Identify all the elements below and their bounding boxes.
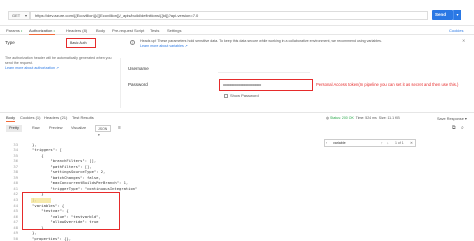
response-time: Time: 524 ms	[355, 116, 377, 120]
info-icon: !	[130, 40, 135, 45]
status-badge: Status: 200 OK	[330, 116, 354, 120]
wrap-lines-icon[interactable]: ≡	[116, 125, 123, 132]
copy-icon[interactable]: ⧉	[452, 125, 458, 132]
send-options-chevron-icon[interactable]: ▾	[453, 10, 461, 20]
tab-body[interactable]: Body	[96, 26, 105, 35]
learn-variables-link[interactable]: Learn more about variables ↗	[140, 44, 188, 48]
response-tab-test-results[interactable]: Test Results	[72, 113, 94, 122]
password-label: Password	[128, 82, 148, 87]
response-size: Size: 11.1 KB	[378, 116, 400, 120]
response-tab-headers[interactable]: Headers (21)	[44, 113, 67, 122]
info-banner: Heads up! These parameters hold sensitiv…	[128, 36, 468, 55]
learn-auth-link[interactable]: Learn more about authorization ↗	[5, 66, 59, 70]
auth-divider	[120, 58, 121, 108]
show-password-label: Show Password	[230, 93, 259, 98]
chevron-down-icon: ▾	[24, 13, 27, 18]
auth-note: The authorization header will be automat…	[5, 56, 115, 71]
search-icon[interactable]: ⌕	[461, 125, 467, 132]
info-text: Heads up! These parameters hold sensitiv…	[140, 39, 382, 43]
tab-pre-request-script[interactable]: Pre-request Script	[112, 26, 144, 35]
response-tab-body[interactable]: Body	[6, 113, 16, 122]
tab-settings[interactable]: Settings	[167, 26, 181, 35]
tab-tests[interactable]: Tests	[150, 26, 159, 35]
view-pretty-button[interactable]: Pretty	[6, 125, 22, 132]
auth-type-select[interactable]: Basic Auth	[66, 38, 96, 48]
send-button[interactable]: Send	[432, 10, 453, 20]
code-line: "properties": {},	[23, 235, 72, 241]
auth-note-text: The authorization header will be automat…	[5, 56, 112, 65]
url-input[interactable]: https://dev.azure.com/{{Ecovillion}}/{{E…	[30, 11, 428, 20]
response-tab-cookies[interactable]: Cookies (1)	[20, 113, 40, 122]
show-password-checkbox[interactable]	[224, 94, 228, 98]
tab-params[interactable]: Params •	[6, 26, 22, 35]
response-meta: ◍ Status: 200 OK Time: 524 ms Size: 11.1…	[326, 116, 400, 120]
method-label: GET	[12, 13, 21, 18]
view-raw-button[interactable]: Raw	[29, 125, 43, 132]
password-field[interactable]: ••••••••••••••••••••••••••••••••••••••••…	[219, 79, 313, 91]
line-number: 50	[13, 235, 18, 241]
cookies-link[interactable]: Cookies	[449, 26, 463, 35]
view-visualize-button[interactable]: Visualize	[68, 125, 89, 132]
method-select[interactable]: GET ▾	[8, 11, 30, 20]
tab-headers[interactable]: Headers (8)	[66, 26, 87, 35]
view-preview-button[interactable]: Preview	[46, 125, 66, 132]
annotation-text: Personal Access token(In pipeline you ca…	[316, 82, 459, 87]
save-response-button[interactable]: Save Response ▾	[437, 116, 467, 121]
username-field[interactable]	[218, 64, 310, 73]
annotation-box	[22, 192, 120, 230]
tab-authorization[interactable]: Authorization •	[29, 26, 55, 35]
globe-icon: ◍	[326, 116, 330, 120]
type-label: Type	[5, 40, 15, 45]
format-select[interactable]: JSON ▾	[95, 125, 111, 137]
auth-type-value: Basic Auth	[70, 41, 87, 45]
close-icon[interactable]: ✕	[462, 38, 465, 43]
username-label: Username	[128, 66, 149, 71]
